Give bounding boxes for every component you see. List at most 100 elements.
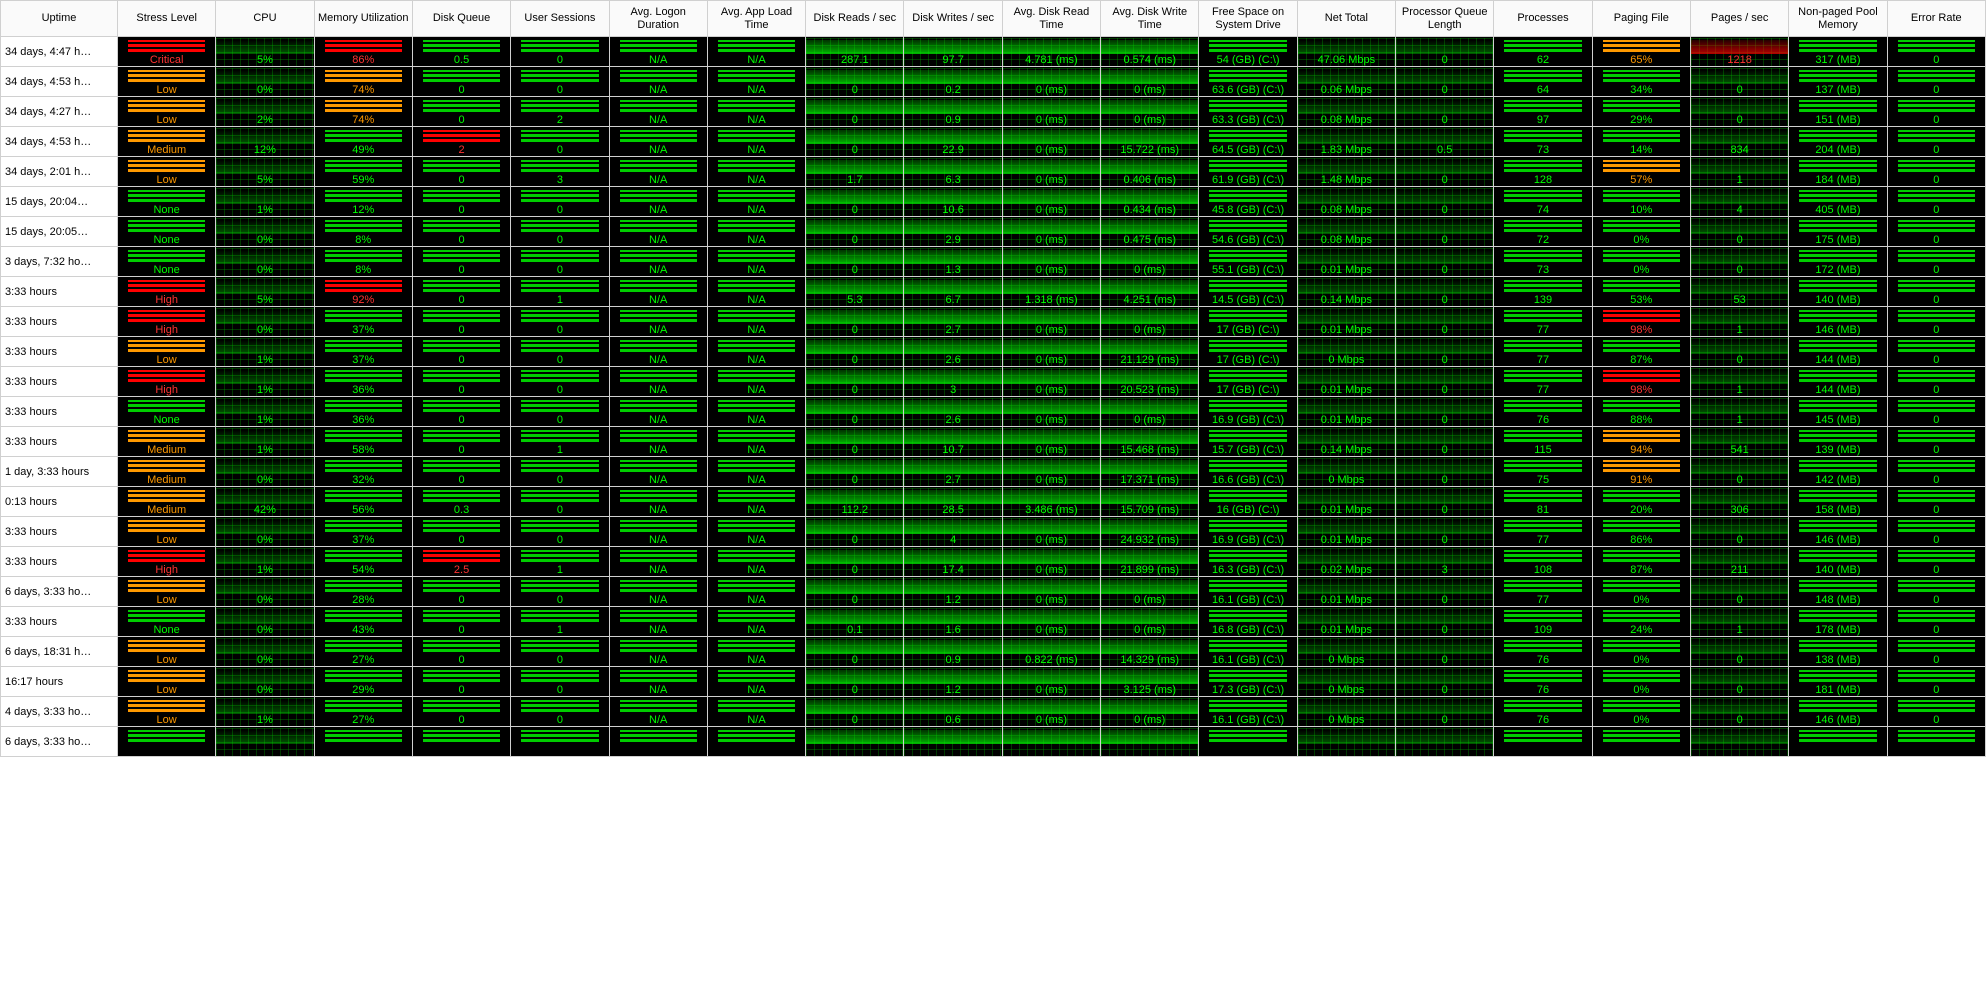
free-space-cell[interactable]: 64.5 (GB) (C:\)	[1199, 127, 1297, 157]
disk-read-time-cell[interactable]: 0 (ms)	[1002, 337, 1100, 367]
logon-cell[interactable]: N/A	[609, 157, 707, 187]
sessions-cell[interactable]: 0	[511, 187, 609, 217]
stress-cell[interactable]: None	[117, 247, 215, 277]
stress-cell[interactable]: High	[117, 277, 215, 307]
table-row[interactable]: 15 days, 20:04…None1%12%00N/AN/A010.60 (…	[1, 187, 1986, 217]
pages-sec-cell[interactable]: 0	[1690, 67, 1788, 97]
memory-cell[interactable]	[314, 727, 412, 757]
sessions-cell[interactable]: 0	[511, 637, 609, 667]
cpu-cell[interactable]: 0%	[216, 577, 314, 607]
pages-sec-cell[interactable]: 0	[1690, 667, 1788, 697]
cpu-cell[interactable]	[216, 727, 314, 757]
error-rate-cell[interactable]: 0	[1887, 697, 1985, 727]
error-rate-cell[interactable]: 0	[1887, 607, 1985, 637]
disk-reads-cell[interactable]	[806, 727, 904, 757]
table-row[interactable]: 4 days, 3:33 ho…Low1%27%00N/AN/A00.60 (m…	[1, 697, 1986, 727]
cpu-cell[interactable]: 0%	[216, 637, 314, 667]
sessions-cell[interactable]: 0	[511, 577, 609, 607]
free-space-cell[interactable]: 16.9 (GB) (C:\)	[1199, 397, 1297, 427]
sessions-cell[interactable]: 3	[511, 157, 609, 187]
paging-file-cell[interactable]: 57%	[1592, 157, 1690, 187]
paging-file-cell[interactable]: 65%	[1592, 37, 1690, 67]
disk-queue-cell[interactable]: 0	[412, 367, 510, 397]
sessions-cell[interactable]: 1	[511, 277, 609, 307]
disk-writes-cell[interactable]: 6.3	[904, 157, 1002, 187]
free-space-cell[interactable]: 63.6 (GB) (C:\)	[1199, 67, 1297, 97]
paging-file-cell[interactable]: 0%	[1592, 637, 1690, 667]
pages-sec-cell[interactable]: 1	[1690, 607, 1788, 637]
table-row[interactable]: 6 days, 18:31 h…Low0%27%00N/AN/A00.90.82…	[1, 637, 1986, 667]
col-header[interactable]: CPU	[216, 1, 314, 37]
disk-read-time-cell[interactable]: 0 (ms)	[1002, 697, 1100, 727]
processes-cell[interactable]	[1494, 727, 1592, 757]
logon-cell[interactable]: N/A	[609, 277, 707, 307]
free-space-cell[interactable]: 16.9 (GB) (C:\)	[1199, 517, 1297, 547]
free-space-cell[interactable]: 16.1 (GB) (C:\)	[1199, 697, 1297, 727]
disk-queue-cell[interactable]: 0	[412, 397, 510, 427]
cpu-cell[interactable]: 1%	[216, 367, 314, 397]
sessions-cell[interactable]: 0	[511, 367, 609, 397]
disk-write-time-cell[interactable]: 15.468 (ms)	[1101, 427, 1199, 457]
pages-sec-cell[interactable]: 0	[1690, 517, 1788, 547]
disk-writes-cell[interactable]: 28.5	[904, 487, 1002, 517]
logon-cell[interactable]: N/A	[609, 667, 707, 697]
appload-cell[interactable]: N/A	[707, 97, 805, 127]
disk-write-time-cell[interactable]: 24.932 (ms)	[1101, 517, 1199, 547]
sessions-cell[interactable]: 0	[511, 457, 609, 487]
error-rate-cell[interactable]: 0	[1887, 427, 1985, 457]
table-row[interactable]: 34 days, 4:27 h…Low2%74%02N/AN/A00.90 (m…	[1, 97, 1986, 127]
disk-write-time-cell[interactable]: 17.371 (ms)	[1101, 457, 1199, 487]
nonpaged-cell[interactable]: 181 (MB)	[1789, 667, 1887, 697]
pages-sec-cell[interactable]: 306	[1690, 487, 1788, 517]
processes-cell[interactable]: 64	[1494, 67, 1592, 97]
disk-write-time-cell[interactable]: 0 (ms)	[1101, 307, 1199, 337]
net-cell[interactable]: 0.01 Mbps	[1297, 367, 1395, 397]
disk-writes-cell[interactable]	[904, 727, 1002, 757]
col-header[interactable]: Processor Queue Length	[1396, 1, 1494, 37]
pages-sec-cell[interactable]: 1	[1690, 307, 1788, 337]
disk-writes-cell[interactable]: 2.9	[904, 217, 1002, 247]
stress-cell[interactable]: None	[117, 217, 215, 247]
pages-sec-cell[interactable]: 0	[1690, 697, 1788, 727]
disk-reads-cell[interactable]: 0	[806, 637, 904, 667]
logon-cell[interactable]: N/A	[609, 187, 707, 217]
free-space-cell[interactable]: 16.6 (GB) (C:\)	[1199, 457, 1297, 487]
disk-writes-cell[interactable]: 1.2	[904, 667, 1002, 697]
disk-queue-cell[interactable]: 0	[412, 577, 510, 607]
net-cell[interactable]	[1297, 727, 1395, 757]
free-space-cell[interactable]: 16.1 (GB) (C:\)	[1199, 577, 1297, 607]
pages-sec-cell[interactable]: 0	[1690, 97, 1788, 127]
processes-cell[interactable]: 128	[1494, 157, 1592, 187]
disk-queue-cell[interactable]: 0	[412, 157, 510, 187]
net-cell[interactable]: 1.83 Mbps	[1297, 127, 1395, 157]
pages-sec-cell[interactable]: 53	[1690, 277, 1788, 307]
paging-file-cell[interactable]: 88%	[1592, 397, 1690, 427]
stress-cell[interactable]: Low	[117, 667, 215, 697]
logon-cell[interactable]: N/A	[609, 457, 707, 487]
col-header[interactable]: Processes	[1494, 1, 1592, 37]
nonpaged-cell[interactable]: 151 (MB)	[1789, 97, 1887, 127]
paging-file-cell[interactable]: 34%	[1592, 67, 1690, 97]
nonpaged-cell[interactable]: 158 (MB)	[1789, 487, 1887, 517]
col-header[interactable]: Disk Reads / sec	[806, 1, 904, 37]
error-rate-cell[interactable]: 0	[1887, 517, 1985, 547]
paging-file-cell[interactable]: 0%	[1592, 217, 1690, 247]
cpu-cell[interactable]: 0%	[216, 517, 314, 547]
col-header[interactable]: Paging File	[1592, 1, 1690, 37]
pql-cell[interactable]: 0	[1396, 607, 1494, 637]
error-rate-cell[interactable]: 0	[1887, 397, 1985, 427]
sessions-cell[interactable]	[511, 727, 609, 757]
table-row[interactable]: 3:33 hoursNone0%43%01N/AN/A0.11.60 (ms)0…	[1, 607, 1986, 637]
memory-cell[interactable]: 27%	[314, 697, 412, 727]
col-header[interactable]: Memory Utilization	[314, 1, 412, 37]
disk-reads-cell[interactable]: 0	[806, 697, 904, 727]
disk-read-time-cell[interactable]: 3.486 (ms)	[1002, 487, 1100, 517]
pql-cell[interactable]: 0	[1396, 487, 1494, 517]
logon-cell[interactable]: N/A	[609, 427, 707, 457]
pages-sec-cell[interactable]: 0	[1690, 247, 1788, 277]
disk-reads-cell[interactable]: 0	[806, 667, 904, 697]
disk-read-time-cell[interactable]: 4.781 (ms)	[1002, 37, 1100, 67]
pql-cell[interactable]: 0	[1396, 427, 1494, 457]
disk-write-time-cell[interactable]: 0 (ms)	[1101, 97, 1199, 127]
nonpaged-cell[interactable]: 175 (MB)	[1789, 217, 1887, 247]
